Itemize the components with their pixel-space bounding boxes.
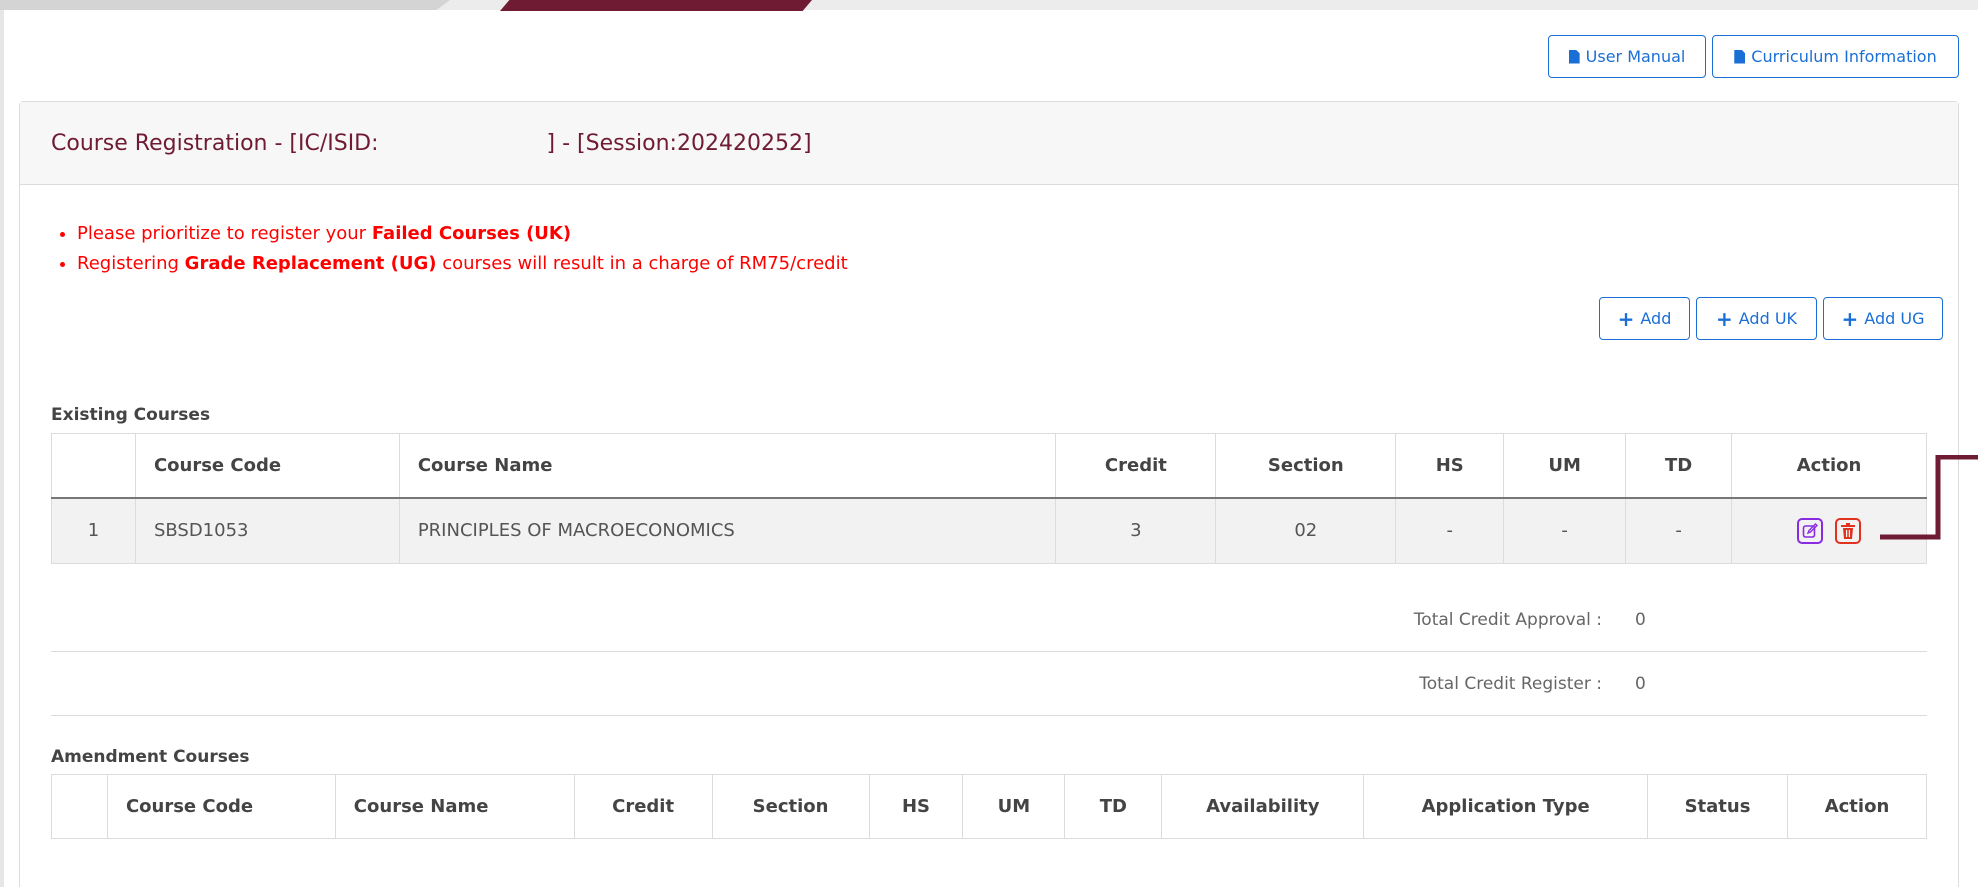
- card-header: Course Registration - [IC/ISID: ] - [Sess…: [20, 102, 1958, 185]
- total-credit-register-label: Total Credit Register :: [1419, 674, 1602, 694]
- column-header: Application Type: [1363, 774, 1649, 839]
- section: 02: [1215, 497, 1397, 564]
- amendment-courses-table: Course Code Course Name Credit Section H…: [51, 774, 1928, 839]
- plus-icon: +: [1841, 306, 1859, 331]
- edit-icon: [1802, 522, 1819, 538]
- column-header: Section: [1215, 433, 1397, 499]
- file-icon: [1734, 49, 1746, 64]
- add-ug-label: Add UG: [1864, 309, 1925, 328]
- row-number: 1: [51, 497, 136, 564]
- user-manual-button[interactable]: User Manual: [1548, 35, 1706, 78]
- column-header: Credit: [1055, 433, 1217, 499]
- left-edge: [0, 10, 4, 887]
- column-header: Course Code: [106, 774, 336, 839]
- add-uk-label: Add UK: [1738, 309, 1798, 328]
- column-header: [51, 774, 108, 839]
- total-credit-approval-value: 0: [1635, 610, 1646, 630]
- total-credit-approval-row: Total Credit Approval : 0: [51, 588, 1927, 652]
- column-header: Course Name: [398, 433, 1057, 499]
- credit: 3: [1055, 497, 1217, 564]
- amendment-courses-label: Amendment Courses: [51, 747, 250, 767]
- annotation-arrow: [1880, 455, 1978, 540]
- td: -: [1625, 497, 1733, 564]
- curriculum-information-label: Curriculum Information: [1751, 47, 1937, 66]
- column-header: Availability: [1161, 774, 1365, 839]
- total-credit-register-value: 0: [1635, 674, 1646, 694]
- table-header-row: Course Code Course Name Credit Section H…: [51, 774, 1928, 839]
- column-header: Section: [711, 774, 870, 839]
- um: -: [1503, 497, 1627, 564]
- column-header: UM: [1503, 433, 1627, 499]
- top-strip-active-tab: [500, 0, 812, 11]
- course-code: SBSD1053: [134, 497, 400, 564]
- column-header: UM: [962, 774, 1066, 839]
- add-label: Add: [1640, 309, 1672, 328]
- column-header: [51, 433, 136, 499]
- column-header: TD: [1625, 433, 1733, 499]
- hs: -: [1395, 497, 1505, 564]
- edit-button[interactable]: [1797, 517, 1824, 544]
- redacted-id: [378, 132, 547, 154]
- column-header: Status: [1647, 774, 1788, 839]
- add-button[interactable]: + Add: [1599, 297, 1690, 340]
- trash-icon: [1841, 522, 1856, 539]
- plus-icon: +: [1617, 306, 1635, 331]
- notice-item: Registering Grade Replacement (UG) cours…: [77, 249, 848, 279]
- existing-courses-table: Course Code Course Name Credit Section H…: [51, 433, 1927, 564]
- add-ug-button[interactable]: + Add UG: [1823, 297, 1943, 340]
- notice-list: Please prioritize to register your Faile…: [60, 219, 848, 279]
- add-uk-button[interactable]: + Add UK: [1696, 297, 1817, 340]
- course-name: PRINCIPLES OF MACROECONOMICS: [398, 497, 1057, 564]
- user-manual-label: User Manual: [1585, 47, 1686, 66]
- file-icon: [1568, 49, 1580, 64]
- delete-button[interactable]: [1835, 517, 1862, 544]
- column-header: Action: [1786, 774, 1928, 839]
- column-header: Course Code: [134, 433, 400, 499]
- notice-item: Please prioritize to register your Faile…: [77, 219, 848, 249]
- column-header: HS: [868, 774, 964, 839]
- column-header: HS: [1395, 433, 1505, 499]
- column-header: Credit: [573, 774, 713, 839]
- card-title-suffix: ] - [Session:202420252]: [546, 130, 812, 156]
- plus-icon: +: [1715, 306, 1733, 331]
- table-row: 1 SBSD1053 PRINCIPLES OF MACROECONOMICS …: [51, 497, 1927, 564]
- column-header: TD: [1064, 774, 1163, 839]
- total-credit-approval-label: Total Credit Approval :: [1413, 610, 1602, 630]
- top-strip-gray: [0, 0, 450, 10]
- column-header: Course Name: [334, 774, 575, 839]
- credit-totals: Total Credit Approval : 0 Total Credit R…: [51, 588, 1927, 716]
- curriculum-information-button[interactable]: Curriculum Information: [1712, 35, 1959, 78]
- card-title-prefix: Course Registration - [IC/ISID:: [51, 130, 379, 156]
- total-credit-register-row: Total Credit Register : 0: [51, 652, 1927, 716]
- table-header-row: Course Code Course Name Credit Section H…: [51, 433, 1927, 499]
- existing-courses-label: Existing Courses: [51, 405, 211, 425]
